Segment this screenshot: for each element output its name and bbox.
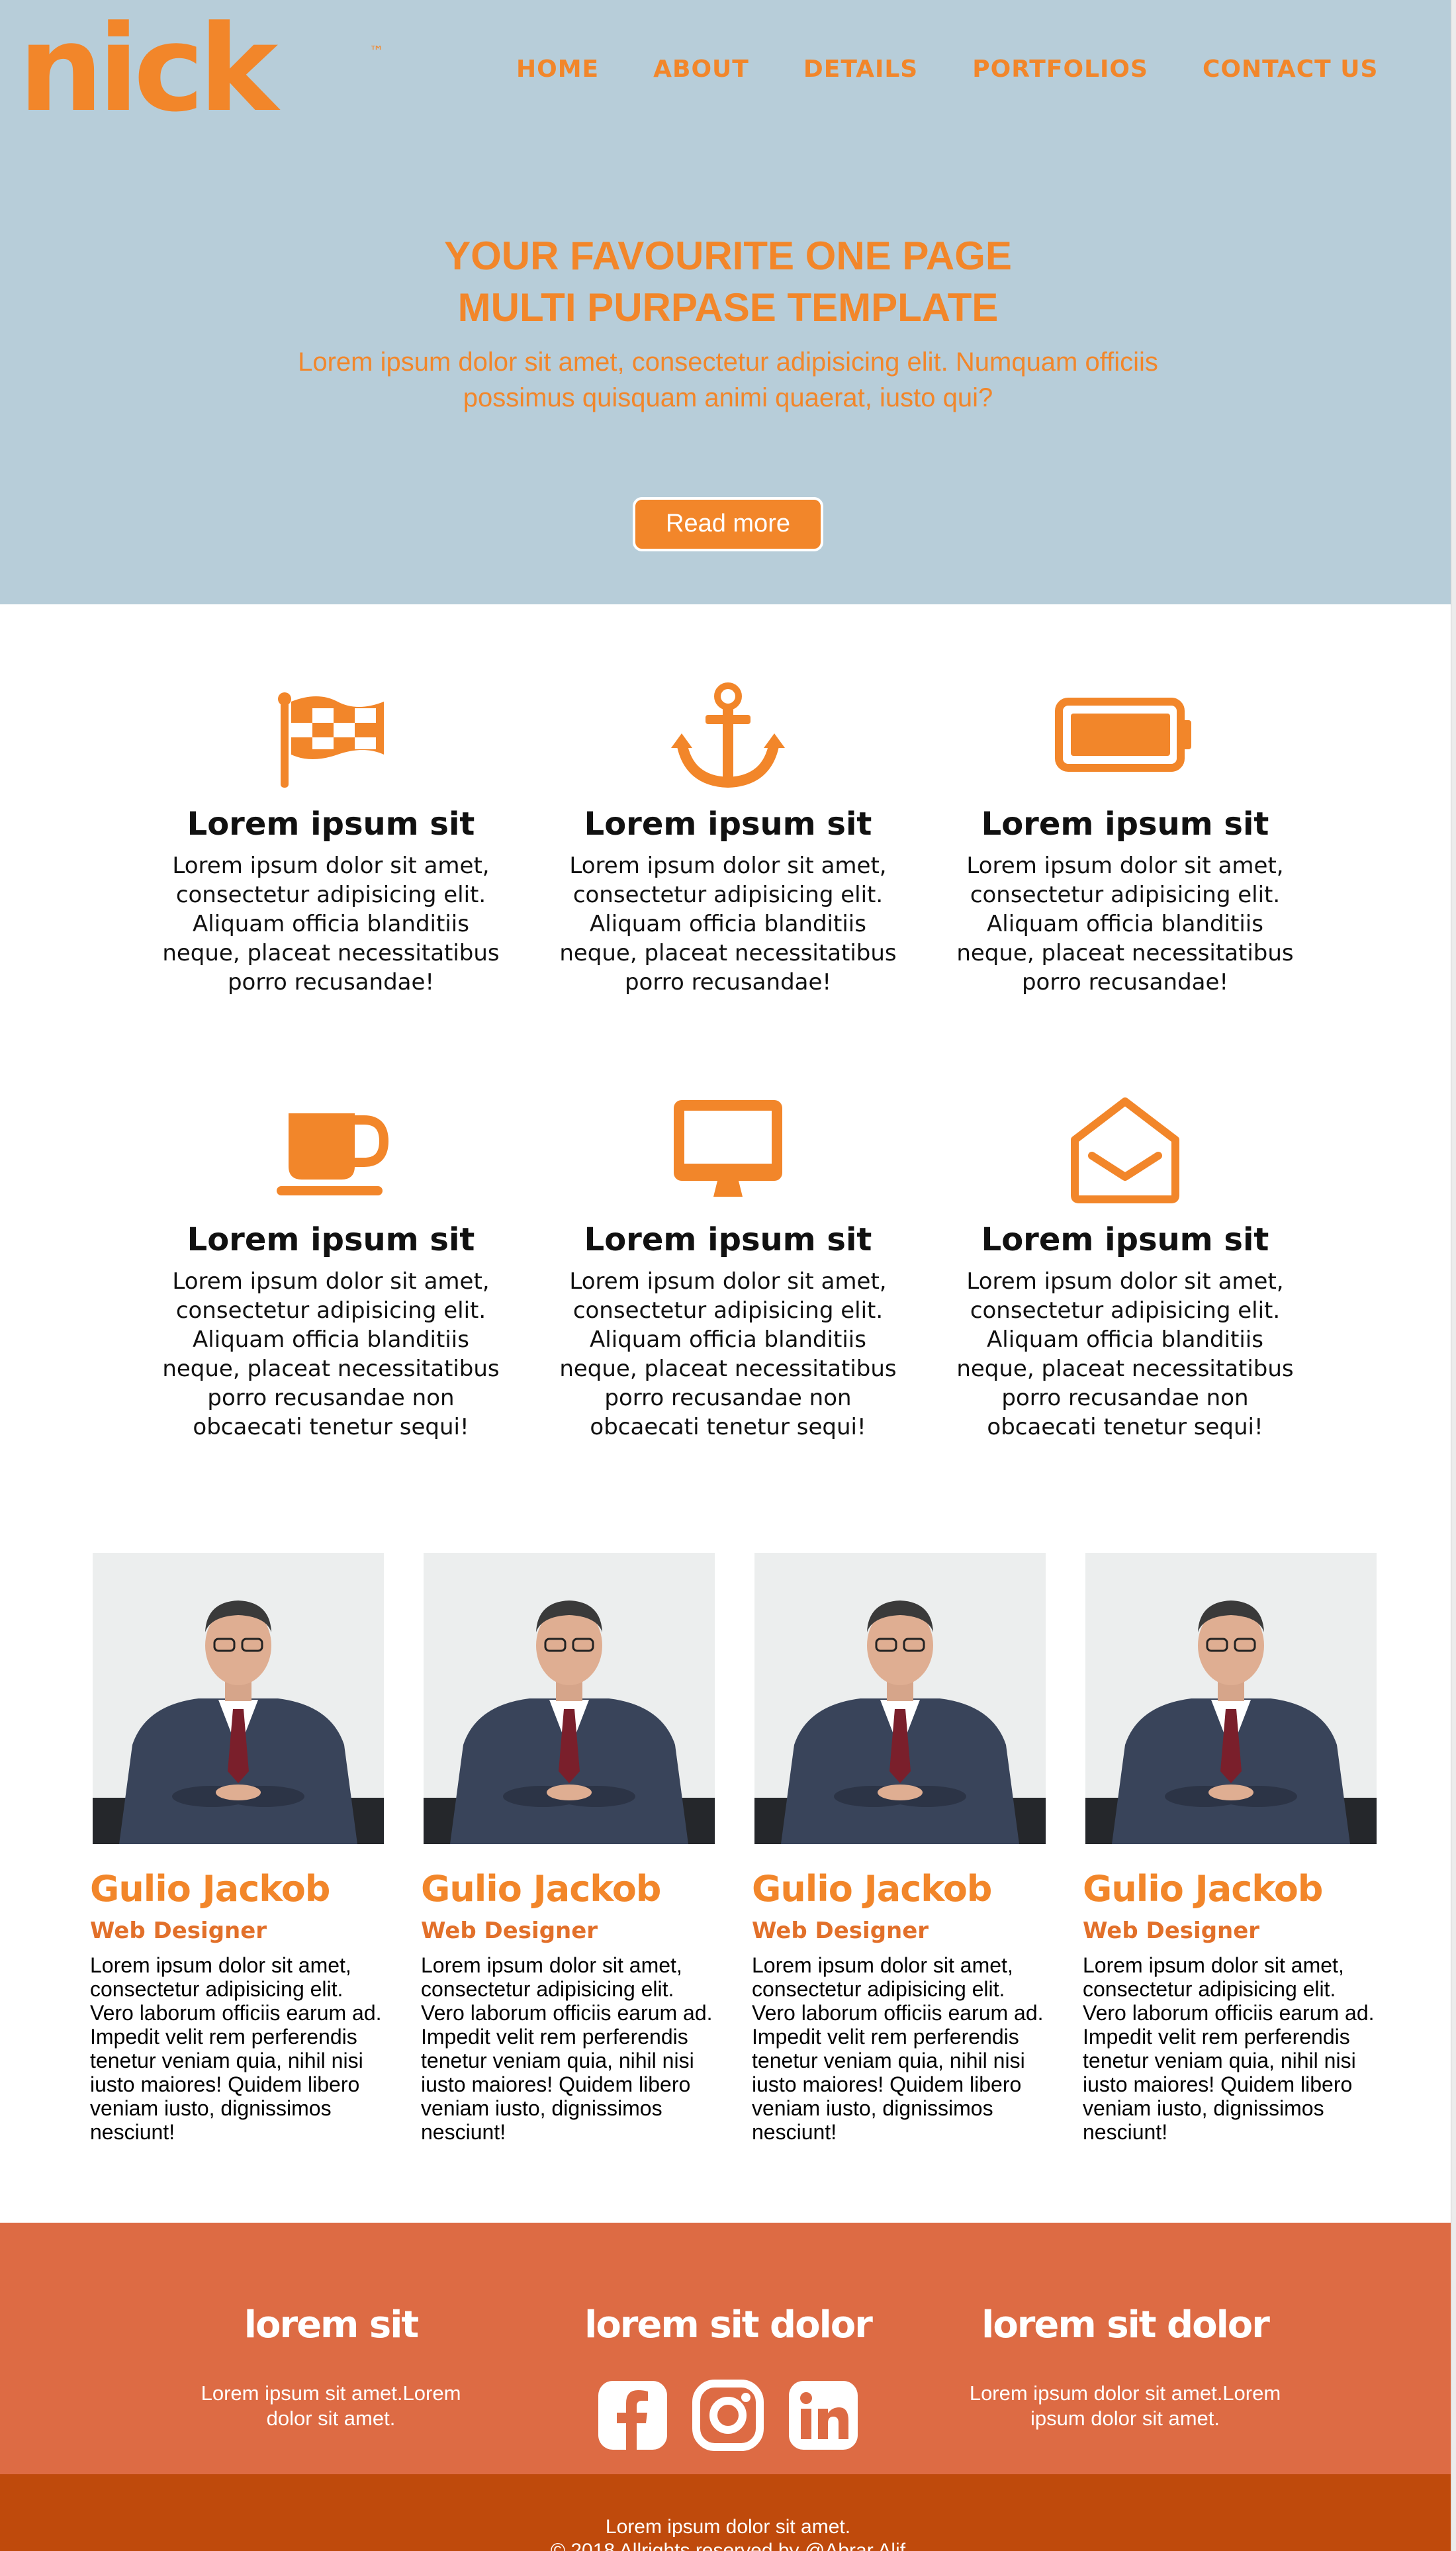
team-member-photo [424,1553,715,1844]
feature-text: Lorem ipsum dolor sit amet, consectetur … [162,853,500,996]
feature-card: Lorem ipsum sit Lorem ipsum dolor sit am… [146,1097,516,1442]
feature-text: Lorem ipsum dolor sit amet, consectetur … [559,1268,897,1440]
feature-title: Lorem ipsum sit [187,1221,475,1258]
hero-subtitle: Lorem ipsum dolor sit amet, consectetur … [298,348,1158,412]
feature-title: Lorem ipsum sit [584,1221,872,1258]
footer-col1-title: lorem sit [244,2303,419,2346]
footer-section: lorem sit Lorem ipsum sit amet.Lorem dol… [0,2223,1456,2474]
nav-home[interactable]: HOME [516,56,599,83]
monitor-icon [674,1100,782,1197]
footer-col3-title: lorem sit dolor [981,2303,1270,2346]
team-member-bio: Lorem ipsum dolor sit amet, consectetur … [752,1953,1044,2144]
copyright-line-1: Lorem ipsum dolor sit amet. [605,2516,851,2538]
copyright-bar: Lorem ipsum dolor sit amet. © 2018 Allri… [0,2474,1456,2551]
team-member-role: Web Designer [1083,1918,1260,1944]
feature-text: Lorem ipsum dolor sit amet, consectetur … [559,853,897,996]
feature-card: Lorem ipsum sit Lorem ipsum dolor sit am… [940,1097,1310,1442]
coffee-cup-icon [277,1113,389,1195]
hero-section: nick ™ HOME ABOUT DETAILS PORTFOLIOS CON… [0,0,1456,604]
team-member-name: Gulio Jackob [752,1868,992,1910]
envelope-open-icon [1071,1097,1179,1203]
team-member-bio: Lorem ipsum dolor sit amet, consectetur … [1083,1953,1375,2144]
team-member-role: Web Designer [421,1918,598,1944]
feature-text: Lorem ipsum dolor sit amet, consectetur … [956,1268,1294,1440]
team-member-card: Gulio Jackob Web Designer Lorem ipsum do… [90,1553,384,2144]
team-member-name: Gulio Jackob [1083,1868,1323,1910]
feature-title: Lorem ipsum sit [584,806,872,843]
team-member-bio: Lorem ipsum dolor sit amet, consectetur … [90,1953,382,2144]
team-member-role: Web Designer [90,1918,267,1944]
team-member-role: Web Designer [752,1918,929,1944]
svg-text:nick: nick [19,17,281,116]
team-member-name: Gulio Jackob [90,1868,330,1910]
footer-col1-text: Lorem ipsum sit amet.Lorem dolor sit ame… [201,2382,461,2430]
flag-icon [278,692,384,788]
feature-card: Lorem ipsum sit Lorem ipsum dolor sit am… [543,682,913,997]
main-nav: HOME ABOUT DETAILS PORTFOLIOS CONTACT US [516,56,1432,83]
footer-column-3: lorem sit dolor Lorem ipsum dolor sit am… [940,2303,1310,2431]
linkedin-icon[interactable] [788,2380,859,2451]
footer-col2-title: lorem sit dolor [584,2303,873,2346]
footer-column-1: lorem sit Lorem ipsum sit amet.Lorem dol… [146,2303,516,2431]
hero-title-line2: MULTI PURPASE TEMPLATE [457,285,999,330]
nav-portfolios[interactable]: PORTFOLIOS [972,56,1148,83]
trademark-symbol: ™ [369,44,384,60]
team-member-name: Gulio Jackob [421,1868,661,1910]
feature-text: Lorem ipsum dolor sit amet, consectetur … [162,1268,500,1440]
read-more-button[interactable]: Read more [633,497,823,551]
team-member-photo [1085,1553,1377,1844]
feature-title: Lorem ipsum sit [187,806,475,843]
facebook-icon[interactable] [597,2380,668,2451]
team-member-card: Gulio Jackob Web Designer Lorem ipsum do… [752,1553,1046,2144]
nav-details[interactable]: DETAILS [803,56,918,83]
feature-title: Lorem ipsum sit [981,806,1269,843]
social-links [543,2380,913,2451]
nick-logo-icon: nick [19,0,287,138]
team-member-bio: Lorem ipsum dolor sit amet, consectetur … [421,1953,713,2144]
footer-column-2: lorem sit dolor [543,2303,913,2451]
feature-card: Lorem ipsum sit Lorem ipsum dolor sit am… [940,682,1310,997]
team-member-photo [754,1553,1046,1844]
instagram-icon[interactable] [692,2380,764,2451]
vertical-scrollbar[interactable] [1451,0,1456,2551]
anchor-icon [671,682,785,788]
brand-logo[interactable]: nick ™ [19,0,389,138]
feature-text: Lorem ipsum dolor sit amet, consectetur … [956,853,1294,996]
nav-contact-us[interactable]: CONTACT US [1203,56,1378,83]
team-member-photo [93,1553,384,1844]
copyright-line-2: © 2018 Allrights reserved by @Abrar Alif [550,2540,906,2551]
feature-card: Lorem ipsum sit Lorem ipsum dolor sit am… [543,1097,913,1442]
team-member-card: Gulio Jackob Web Designer Lorem ipsum do… [421,1553,715,2144]
feature-card: Lorem ipsum sit Lorem ipsum dolor sit am… [146,682,516,997]
nav-about[interactable]: ABOUT [653,56,749,83]
hero-title-line1: YOUR FAVOURITE ONE PAGE [444,234,1012,278]
hero-title: YOUR FAVOURITE ONE PAGE MULTI PURPASE TE… [0,230,1456,334]
footer-col3-text: Lorem ipsum dolor sit amet.Lorem ipsum d… [969,2382,1281,2430]
feature-title: Lorem ipsum sit [981,1221,1269,1258]
team-member-card: Gulio Jackob Web Designer Lorem ipsum do… [1083,1553,1377,2144]
battery-icon [1055,698,1191,772]
